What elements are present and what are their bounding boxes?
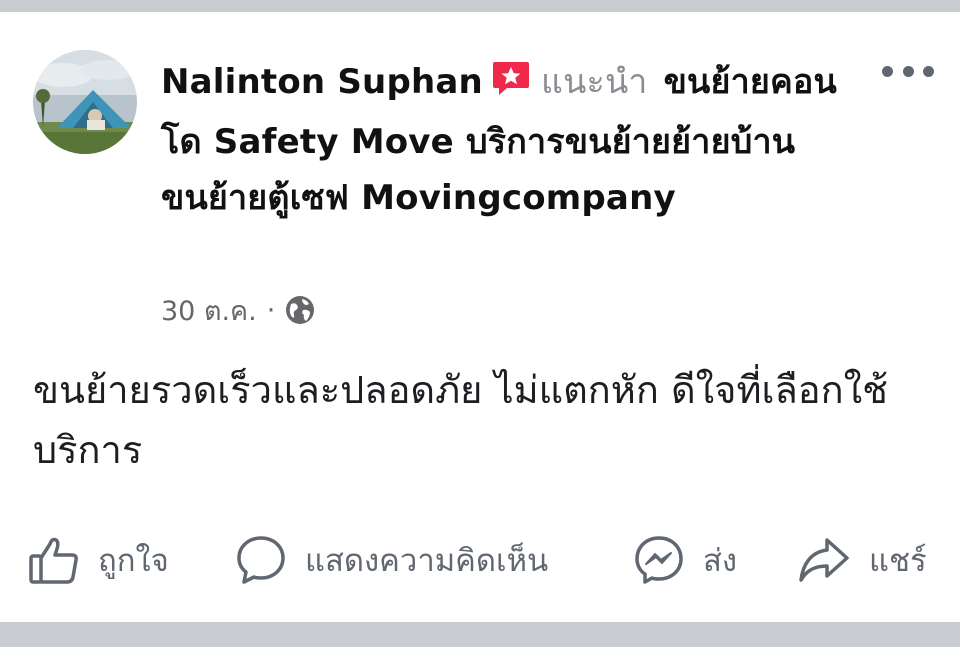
recommend-label: แนะนำ <box>540 62 648 102</box>
top-divider-band <box>0 0 960 12</box>
comment-bubble-icon <box>235 534 287 586</box>
send-button[interactable]: ส่ง <box>633 530 737 590</box>
comment-label: แสดงความคิดเห็น <box>305 543 549 579</box>
send-label: ส่ง <box>703 543 738 579</box>
more-options-icon[interactable] <box>882 62 934 80</box>
recommend-star-icon <box>491 58 531 114</box>
like-label: ถูกใจ <box>98 543 169 579</box>
meta-separator: · <box>266 294 276 326</box>
post-date[interactable]: 30 ต.ค. <box>161 289 257 332</box>
more-dot <box>882 65 893 77</box>
thumbs-up-icon <box>28 534 80 586</box>
more-dot <box>923 65 934 77</box>
author-avatar[interactable] <box>33 50 137 154</box>
like-button[interactable]: ถูกใจ <box>28 530 169 590</box>
messenger-icon <box>633 534 685 586</box>
globe-icon <box>285 295 315 325</box>
bottom-divider-band <box>0 622 960 647</box>
post-actions-bar: ถูกใจ แสดงความคิดเห็น ส่ง แชร์ <box>0 530 960 590</box>
share-button[interactable]: แชร์ <box>797 530 927 590</box>
share-arrow-icon <box>797 534 851 586</box>
post-meta: 30 ต.ค. · <box>161 290 315 330</box>
more-dot <box>902 65 914 77</box>
share-label: แชร์ <box>869 543 927 579</box>
comment-button[interactable]: แสดงความคิดเห็น <box>235 530 548 590</box>
post-text: ขนย้ายรวดเร็วและปลอดภัย ไม่แตกหัก ดีใจที… <box>33 368 888 472</box>
post-header: Nalinton Suphan แนะนำ ขนย้ายคอนโด Safety … <box>161 54 851 226</box>
author-name[interactable]: Nalinton Suphan <box>161 62 483 102</box>
